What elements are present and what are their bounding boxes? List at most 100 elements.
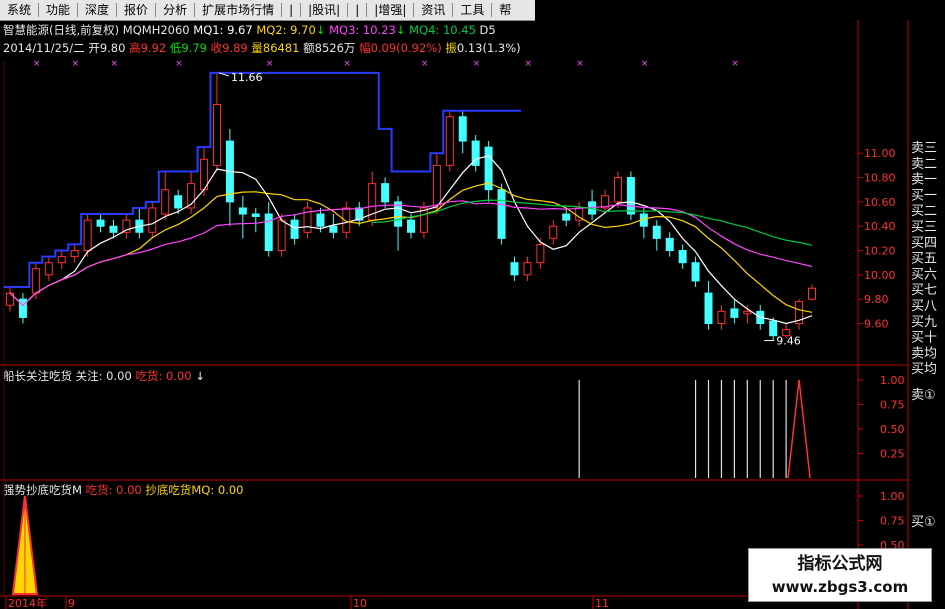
candle-body bbox=[523, 262, 532, 276]
candle-body bbox=[665, 237, 674, 252]
candle bbox=[497, 183, 506, 245]
price-tick-label: 9.60 bbox=[864, 318, 889, 331]
time-tick-label: 10 bbox=[353, 597, 367, 609]
candle-body bbox=[536, 243, 545, 264]
candle bbox=[44, 256, 53, 281]
candle bbox=[743, 305, 752, 324]
candle bbox=[70, 244, 79, 263]
price-tick-label: 10.00 bbox=[864, 269, 896, 282]
candle bbox=[264, 201, 273, 257]
price-tick-label: 10.40 bbox=[864, 220, 896, 233]
candle bbox=[549, 220, 558, 245]
signal-marker-icon: × bbox=[72, 59, 80, 69]
candle bbox=[484, 141, 493, 202]
signal-marker-icon: × bbox=[33, 59, 41, 69]
panel3-tick-label: 1.00 bbox=[880, 490, 905, 503]
signal-marker-icon: × bbox=[576, 59, 584, 69]
candle-body bbox=[691, 262, 700, 282]
candle bbox=[135, 207, 144, 239]
order-book-label: 买① bbox=[911, 515, 936, 530]
time-tick-label: 9 bbox=[68, 597, 75, 609]
candle-body bbox=[730, 308, 739, 318]
signal-marker-icon: × bbox=[473, 59, 481, 69]
mq1-line bbox=[9, 155, 813, 325]
candle-body bbox=[251, 213, 260, 217]
candle-body bbox=[277, 219, 286, 252]
candle-body bbox=[407, 219, 415, 233]
candle-body bbox=[238, 207, 247, 215]
candle bbox=[730, 299, 739, 324]
panel2-tick-label: 0.25 bbox=[880, 448, 905, 461]
candle bbox=[394, 195, 403, 251]
order-book-label: 买三 bbox=[911, 220, 937, 235]
candle bbox=[57, 250, 66, 269]
candle bbox=[161, 171, 170, 221]
candle-body bbox=[57, 256, 66, 264]
candle-body bbox=[678, 250, 687, 264]
order-book-label: 买八 bbox=[911, 299, 937, 314]
site-watermark: 指标公式网 www.zbgs3.com bbox=[748, 548, 932, 602]
candle-body bbox=[96, 219, 105, 227]
order-book-label: 卖一 bbox=[911, 173, 937, 188]
candle-body bbox=[18, 298, 27, 318]
candle-body bbox=[316, 213, 325, 227]
candle bbox=[626, 171, 635, 221]
candle-body bbox=[70, 250, 79, 258]
candle-body bbox=[329, 225, 338, 233]
candle bbox=[187, 171, 196, 215]
candle bbox=[96, 214, 105, 233]
candle-body bbox=[808, 287, 816, 300]
candle bbox=[148, 201, 157, 239]
candle bbox=[238, 195, 247, 239]
resistance-step-line bbox=[3, 71, 521, 288]
candle-body bbox=[613, 177, 622, 203]
watermark-title: 指标公式网 bbox=[797, 554, 883, 574]
candle bbox=[200, 147, 209, 196]
candle bbox=[678, 244, 687, 269]
candle bbox=[717, 305, 726, 330]
order-book-label: 买均 bbox=[911, 362, 937, 377]
price-tick-label: 10.60 bbox=[864, 196, 896, 209]
candle bbox=[122, 214, 131, 239]
candle-body bbox=[44, 262, 53, 276]
price-tick-label: 9.80 bbox=[864, 293, 889, 306]
candle bbox=[225, 128, 234, 227]
order-book-label: 卖三 bbox=[911, 141, 937, 156]
time-tick-label: 2014年 bbox=[8, 596, 47, 609]
signal-marker-icon: × bbox=[343, 59, 351, 69]
candle bbox=[691, 256, 700, 288]
candle-body bbox=[704, 292, 713, 325]
panel2-tick-label: 0.75 bbox=[880, 399, 905, 412]
candle-body bbox=[769, 320, 778, 337]
candle bbox=[303, 201, 312, 239]
signal-marker-icon: × bbox=[524, 59, 532, 69]
candle bbox=[795, 299, 804, 330]
candle-body bbox=[109, 225, 118, 233]
candle bbox=[471, 134, 480, 172]
stock-chart[interactable]: 11.00 10.80 10.60 10.40 10.20 10.00 9.80 9.60 卖三… bbox=[0, 0, 945, 609]
candle bbox=[368, 171, 377, 227]
candle-body bbox=[743, 310, 752, 315]
candle-body bbox=[562, 213, 571, 221]
candle bbox=[510, 256, 519, 281]
candle-body bbox=[148, 207, 157, 233]
price-tick-label: 10.80 bbox=[864, 172, 896, 185]
candle bbox=[575, 201, 584, 227]
panel2-tick-label: 1.00 bbox=[880, 374, 905, 387]
watermark-url: www.zbgs3.com bbox=[771, 578, 909, 596]
candle-body bbox=[381, 183, 390, 203]
low-annotation: 9.46 bbox=[776, 335, 801, 348]
candle bbox=[290, 214, 299, 245]
candle-body bbox=[717, 310, 726, 325]
candle bbox=[251, 207, 260, 233]
order-book-label: 卖均 bbox=[911, 346, 937, 361]
candle bbox=[458, 110, 467, 154]
order-book-label: 买五 bbox=[911, 252, 937, 267]
candle bbox=[523, 256, 532, 281]
signal-marker-icon: × bbox=[731, 59, 739, 69]
order-book-label: 卖二 bbox=[911, 157, 937, 172]
candle bbox=[212, 72, 221, 172]
candle-body bbox=[174, 195, 183, 209]
price-tick-label: 11.00 bbox=[864, 147, 896, 160]
candle-body bbox=[264, 213, 273, 252]
